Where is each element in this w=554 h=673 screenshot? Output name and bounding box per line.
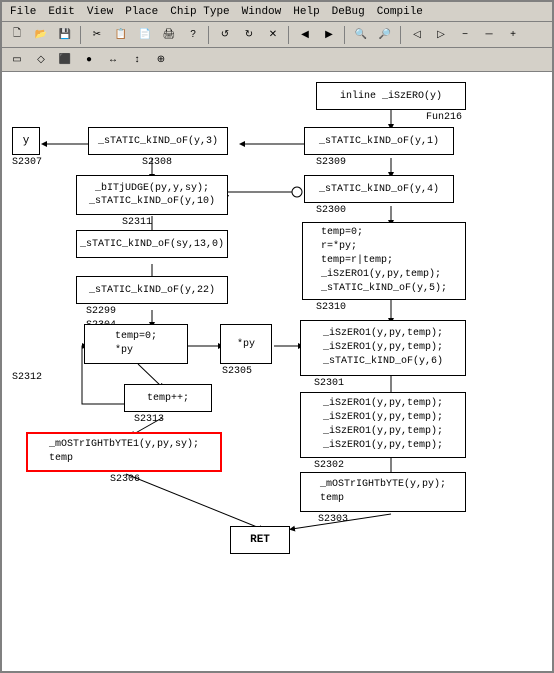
label-s2309: S2309 bbox=[316, 157, 346, 168]
label-s2312: S2312 bbox=[12, 372, 42, 383]
box-s2302: _iSzERO1(y,py,temp);_iSzERO1(y,py,temp);… bbox=[300, 392, 466, 458]
box-s2301: _iSzERO1(y,py,temp);_iSzERO1(y,py,temp);… bbox=[300, 320, 466, 376]
new-button[interactable]: 🗋 bbox=[6, 25, 28, 45]
label-s2302: S2302 bbox=[314, 460, 344, 471]
box-s2304: temp=0;*py bbox=[84, 324, 188, 364]
node-button[interactable]: ● bbox=[78, 50, 100, 70]
box-s2311b: _sTATIC_kIND_oF(sy,13,0) bbox=[76, 230, 228, 258]
label-s2305: S2305 bbox=[222, 366, 252, 377]
toolbar2: ▭ ◇ ⬛ ● ↔ ↕ ⊕ bbox=[2, 48, 552, 72]
menu-chiptype[interactable]: Chip Type bbox=[164, 5, 235, 19]
box-s2310: temp=0;r=*py;temp=r|temp;_iSzERO1(y,py,t… bbox=[302, 222, 466, 300]
sep5 bbox=[400, 26, 402, 44]
open-button[interactable]: 📂 bbox=[30, 25, 52, 45]
menu-window[interactable]: Window bbox=[236, 5, 288, 19]
box-ret: RET bbox=[230, 526, 290, 554]
box-s2299: _sTATIC_kIND_oF(y,22) bbox=[76, 276, 228, 304]
label-s2313: S2313 bbox=[134, 414, 164, 425]
box-star-py: *py bbox=[220, 324, 272, 364]
delete-button[interactable]: ✕ bbox=[262, 25, 284, 45]
extra-button[interactable]: ⊕ bbox=[150, 50, 172, 70]
label-s2310: S2310 bbox=[316, 302, 346, 313]
menu-view[interactable]: View bbox=[81, 5, 119, 19]
label-s2306: S2306 bbox=[110, 474, 140, 485]
zoom-out-button[interactable]: 🔎 bbox=[374, 25, 396, 45]
chip-button[interactable]: ⬛ bbox=[54, 50, 76, 70]
menubar: File Edit View Place Chip Type Window He… bbox=[2, 2, 552, 22]
menu-file[interactable]: File bbox=[4, 5, 42, 19]
box-s2308: _sTATIC_kIND_oF(y,3) bbox=[88, 127, 228, 155]
sep2 bbox=[208, 26, 210, 44]
arrow-button[interactable]: ↔ bbox=[102, 50, 124, 70]
label-fun216: Fun216 bbox=[426, 112, 462, 123]
label-s2303: S2303 bbox=[318, 514, 348, 525]
app-window: File Edit View Place Chip Type Window He… bbox=[0, 0, 554, 673]
box-y: y bbox=[12, 127, 40, 155]
box-s2309: _sTATIC_kIND_oF(y,1) bbox=[304, 127, 454, 155]
box-s2313: temp++; bbox=[124, 384, 212, 412]
menu-compile[interactable]: Compile bbox=[371, 5, 429, 19]
menu-place[interactable]: Place bbox=[119, 5, 164, 19]
select-button[interactable]: ▭ bbox=[6, 50, 28, 70]
cut-button[interactable]: ✂ bbox=[86, 25, 108, 45]
menu-edit[interactable]: Edit bbox=[42, 5, 80, 19]
label-s2311: S2311 bbox=[122, 217, 152, 228]
label-s2301: S2301 bbox=[314, 378, 344, 389]
paste-button[interactable]: 📄 bbox=[134, 25, 156, 45]
box-s2303: _mOSTrIGHTbYTE(y,py);temp bbox=[300, 472, 466, 512]
copy-button[interactable]: 📋 bbox=[110, 25, 132, 45]
toolbar1: 🗋 📂 💾 ✂ 📋 📄 🖨 ? ↺ ↻ ✕ ◀ ▶ 🔍 🔎 ◁ ▷ − ─ + bbox=[2, 22, 552, 48]
plus-button[interactable]: + bbox=[502, 25, 524, 45]
rotate-button[interactable]: ↕ bbox=[126, 50, 148, 70]
canvas-area[interactable]: inline _iSzERO(y) Fun216 _sTATIC_kIND_oF… bbox=[2, 72, 552, 671]
sep1 bbox=[80, 26, 82, 44]
menu-debug[interactable]: DeBug bbox=[326, 5, 371, 19]
box-inline: inline _iSzERO(y) bbox=[316, 82, 466, 110]
back-button[interactable]: ◀ bbox=[294, 25, 316, 45]
minus-button[interactable]: − bbox=[454, 25, 476, 45]
label-s2299: S2299 bbox=[86, 306, 116, 317]
menu-help[interactable]: Help bbox=[287, 5, 325, 19]
label-s2300: S2300 bbox=[316, 205, 346, 216]
label-s2308: S2308 bbox=[142, 157, 172, 168]
zoom-in-button[interactable]: 🔍 bbox=[350, 25, 372, 45]
sep3 bbox=[288, 26, 290, 44]
box-s2306: _mOSTrIGHTbYTE1(y,py,sy);temp bbox=[26, 432, 222, 472]
left-button[interactable]: ◁ bbox=[406, 25, 428, 45]
diamond-button[interactable]: ◇ bbox=[30, 50, 52, 70]
box-s2300: _sTATIC_kIND_oF(y,4) bbox=[304, 175, 454, 203]
box-s2311: _bITjUDGE(py,y,sy);_sTATIC_kIND_oF(y,10) bbox=[76, 175, 228, 215]
redo-button[interactable]: ↻ bbox=[238, 25, 260, 45]
sep4 bbox=[344, 26, 346, 44]
print-button[interactable]: 🖨 bbox=[158, 25, 180, 45]
right-button[interactable]: ▷ bbox=[430, 25, 452, 45]
label-s2307: S2307 bbox=[12, 157, 42, 168]
line-button[interactable]: ─ bbox=[478, 25, 500, 45]
forward-button[interactable]: ▶ bbox=[318, 25, 340, 45]
help-button[interactable]: ? bbox=[182, 25, 204, 45]
diagram-svg bbox=[2, 72, 552, 671]
undo-button[interactable]: ↺ bbox=[214, 25, 236, 45]
save-button[interactable]: 💾 bbox=[54, 25, 76, 45]
